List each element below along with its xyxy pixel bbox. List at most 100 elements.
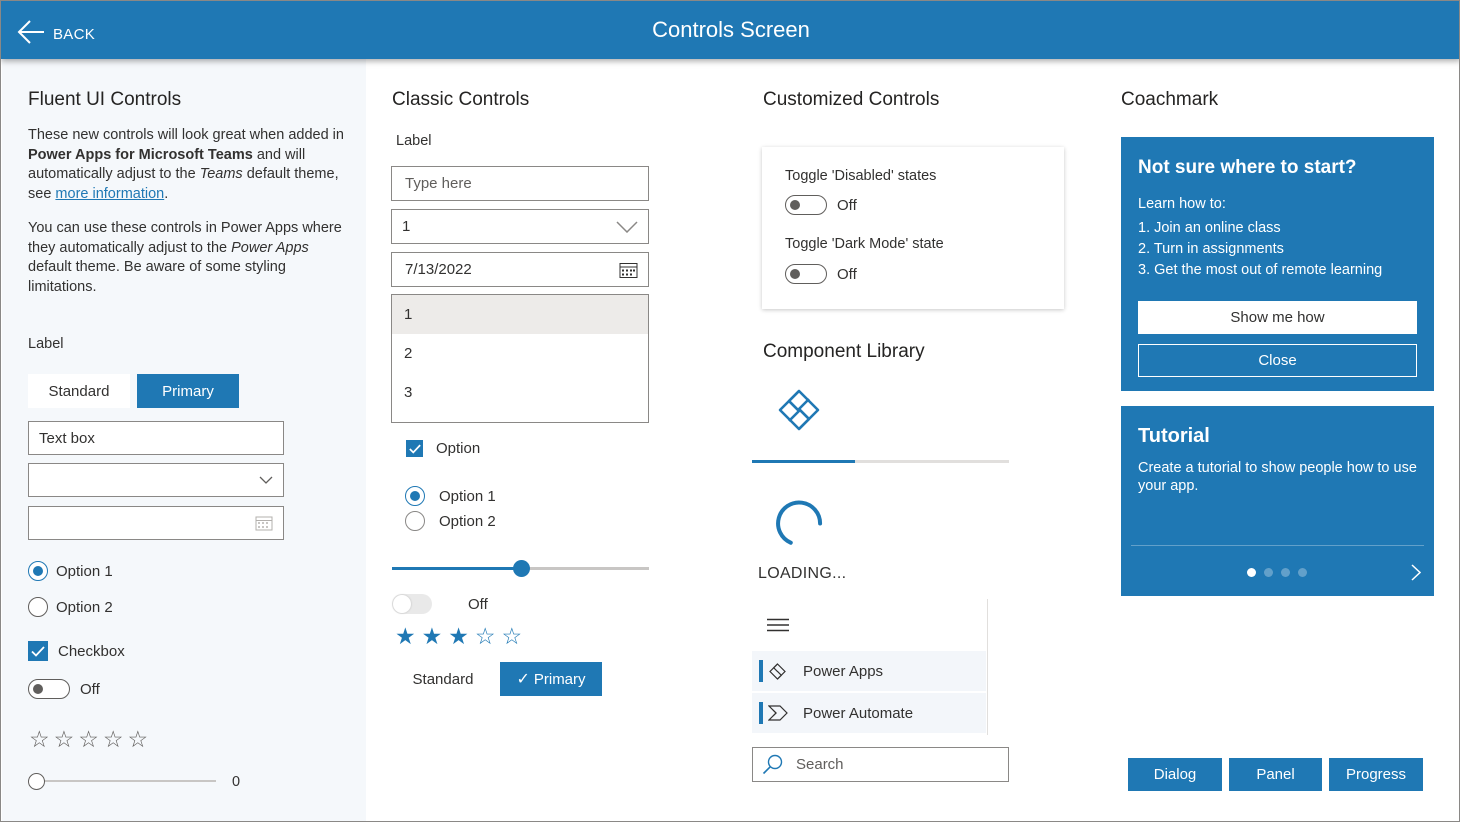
chevron-down-icon — [616, 220, 638, 233]
progress-button[interactable]: Progress — [1329, 758, 1423, 791]
show-me-how-button[interactable]: Show me how — [1138, 301, 1417, 334]
tutorial-text: Create a tutorial to show people how to … — [1138, 460, 1417, 494]
classic-rating[interactable]: ★ ★ ★ ☆ ☆ — [395, 624, 522, 648]
classic-dropdown[interactable]: 1 — [391, 209, 649, 244]
progress-track — [752, 460, 1009, 463]
app-frame: BACK Controls Screen Fluent UI Controls … — [0, 0, 1460, 822]
fluent-date-picker[interactable] — [28, 506, 284, 540]
classic-slider-fill — [392, 567, 521, 570]
toggle-state-label: Off — [80, 680, 100, 698]
classic-checkbox[interactable]: Option — [406, 440, 480, 457]
coachmark-step: 3. Get the most out of remote learning — [1138, 262, 1383, 278]
star-empty-icon[interactable]: ☆ — [29, 727, 50, 751]
star-filled-icon[interactable]: ★ — [422, 624, 443, 648]
toggle-switch[interactable] — [28, 679, 70, 699]
component-library-heading: Component Library — [763, 341, 925, 362]
search-icon — [762, 754, 783, 775]
power-apps-logo-icon — [778, 389, 820, 431]
star-empty-icon[interactable]: ☆ — [54, 727, 75, 751]
dialog-button[interactable]: Dialog — [1128, 758, 1222, 791]
star-filled-icon[interactable]: ★ — [395, 624, 416, 648]
radio-label: Option 1 — [439, 487, 496, 505]
dropdown-value: 1 — [402, 218, 411, 235]
toggle-dark-mode[interactable]: Off — [785, 264, 857, 284]
more-information-link[interactable]: more information — [55, 186, 164, 202]
standard-button[interactable]: Standard — [28, 374, 130, 408]
primary-button[interactable]: Primary — [137, 374, 239, 408]
dot[interactable] — [1264, 568, 1273, 577]
input-placeholder: Type here — [405, 175, 472, 192]
button-label: Primary — [533, 670, 586, 688]
fluent-toggle[interactable]: Off — [28, 679, 100, 699]
toggle-disabled[interactable]: Off — [785, 195, 857, 215]
list-item[interactable]: 3 — [392, 373, 648, 412]
classic-date-picker[interactable]: 7/13/2022 — [391, 252, 649, 287]
tutorial-card: Tutorial Create a tutorial to show peopl… — [1121, 406, 1434, 596]
star-empty-icon[interactable]: ☆ — [78, 727, 99, 751]
star-empty-icon[interactable]: ☆ — [128, 727, 149, 751]
toggle-switch[interactable] — [785, 195, 827, 215]
classic-radio-option-1[interactable]: Option 1 — [405, 486, 496, 506]
star-empty-icon[interactable]: ☆ — [103, 727, 124, 751]
classic-text-input[interactable]: Type here — [391, 166, 649, 201]
fluent-note: You can use these controls in Power Apps… — [28, 220, 342, 295]
coachmark-step: 2. Turn in assignments — [1138, 241, 1284, 257]
star-empty-icon[interactable]: ☆ — [475, 624, 496, 648]
chevron-right-icon[interactable] — [1411, 564, 1421, 581]
classic-toggle[interactable]: Off — [392, 594, 488, 614]
radio-selected-icon — [405, 486, 425, 506]
toggle-disabled-label: Toggle 'Disabled' states — [785, 168, 937, 184]
pagination-dots[interactable] — [1247, 568, 1307, 577]
star-empty-icon[interactable]: ☆ — [502, 624, 523, 648]
customized-heading: Customized Controls — [763, 89, 940, 110]
fluent-radio-option-2[interactable]: Option 2 — [28, 597, 113, 617]
classic-list-box[interactable]: 1 2 3 — [391, 294, 649, 423]
fluent-text-box[interactable]: Text box — [28, 421, 284, 455]
classic-slider-track[interactable] — [392, 560, 649, 577]
panel-button[interactable]: Panel — [1229, 758, 1322, 791]
dot[interactable] — [1298, 568, 1307, 577]
close-button[interactable]: Close — [1138, 344, 1417, 377]
radio-icon — [28, 597, 48, 617]
classic-primary-button[interactable]: ✓ Primary — [500, 662, 602, 696]
page-title: Controls Screen — [652, 17, 810, 42]
toggle-switch[interactable] — [392, 594, 432, 614]
star-filled-icon[interactable]: ★ — [448, 624, 469, 648]
list-item[interactable]: 1 — [392, 295, 648, 334]
fluent-dropdown[interactable] — [28, 463, 284, 497]
radio-icon — [405, 511, 425, 531]
dot-active[interactable] — [1247, 568, 1256, 577]
dot[interactable] — [1281, 568, 1290, 577]
fluent-checkbox[interactable]: Checkbox — [28, 641, 125, 661]
nav-item-power-automate[interactable]: Power Automate — [752, 693, 986, 733]
chevron-down-icon — [259, 476, 273, 484]
toggle-switch[interactable] — [785, 264, 827, 284]
nav-item-power-apps[interactable]: Power Apps — [752, 651, 986, 691]
nav-menu: Power Apps Power Automate — [752, 599, 988, 735]
classic-radio-option-2[interactable]: Option 2 — [405, 511, 496, 531]
fluent-slider-value: 0 — [232, 774, 241, 790]
power-apps-icon — [769, 663, 786, 680]
hamburger-menu-icon[interactable] — [767, 618, 789, 632]
toggle-dark-mode-label: Toggle 'Dark Mode' state — [785, 236, 944, 252]
fluent-rating[interactable]: ☆ ☆ ☆ ☆ ☆ — [29, 727, 148, 751]
fluent-slider-track[interactable] — [36, 780, 216, 782]
fluent-label: Label — [28, 336, 64, 352]
toggle-state-label: Off — [837, 265, 857, 283]
fluent-slider-thumb[interactable] — [28, 773, 45, 790]
nav-item-label: Power Automate — [803, 704, 914, 722]
checkmark-icon — [28, 641, 48, 661]
classic-slider-thumb[interactable] — [512, 560, 530, 577]
coachmark-card: Not sure where to start? Learn how to: 1… — [1121, 137, 1434, 391]
radio-label: Option 2 — [439, 512, 496, 530]
divider — [1131, 545, 1424, 546]
fluent-description: These new controls will look great when … — [28, 127, 344, 202]
search-placeholder: Search — [796, 756, 844, 773]
checkbox-label: Option — [436, 440, 481, 457]
calendar-icon — [619, 262, 638, 278]
list-item[interactable]: 2 — [392, 334, 648, 373]
search-box[interactable]: Search — [752, 747, 1009, 782]
power-automate-icon — [768, 705, 788, 721]
classic-standard-button[interactable]: Standard — [392, 662, 494, 696]
fluent-radio-option-1[interactable]: Option 1 — [28, 561, 113, 581]
